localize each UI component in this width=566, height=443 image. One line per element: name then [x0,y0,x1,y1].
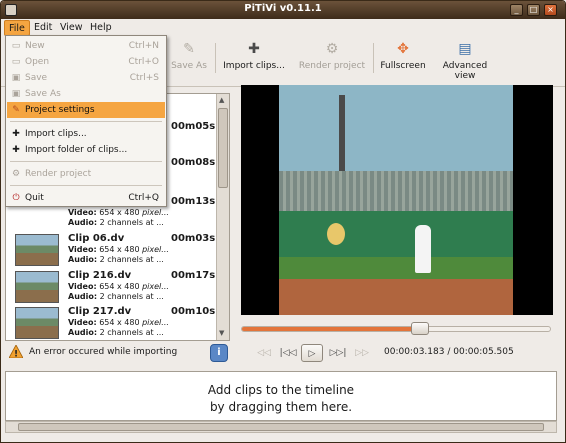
play-icon: ▷ [308,349,316,359]
menu-item-render-project[interactable]: ⚙ Render project [7,166,165,182]
app-window: PiTiVi v0.11.1 _ □ × File Edit View Help… [0,0,566,443]
fast-forward-button[interactable]: ▷▷ [351,344,373,362]
close-button[interactable]: × [544,4,557,16]
info-icon: i [217,347,221,358]
seek-progress [242,327,420,331]
video-viewer[interactable] [241,85,553,315]
play-button[interactable]: ▷ [301,344,323,362]
save-icon: ▣ [11,73,21,83]
render-icon: ⚙ [325,41,339,57]
plus-icon: ✚ [12,145,20,155]
save-as-icon: ▣ [11,89,21,99]
seek-slider[interactable] [241,322,551,335]
render-icon: ⚙ [11,169,21,179]
fast-forward-icon: ▷▷ [355,348,369,358]
plus-icon: ✚ [248,41,260,57]
menu-item-save[interactable]: ▣ Save Ctrl+S [7,70,165,86]
previous-frame-button[interactable]: |◁◁ [277,344,299,362]
import-error-bar: ! An error occured while importing i [5,343,230,363]
render-project-button[interactable]: ⚙ Render project [297,41,367,77]
save-as-icon: ✎ [183,41,195,57]
next-frame-button[interactable]: ▷▷| [327,344,349,362]
menu-item-save-as[interactable]: ▣ Save As [7,86,165,102]
open-folder-icon: ▭ [11,57,21,67]
scroll-up-icon[interactable]: ▲ [219,96,224,104]
fullscreen-icon: ✥ [397,41,409,57]
menu-help[interactable]: Help [86,20,116,36]
plus-icon: ✚ [12,129,20,139]
scrollbar-thumb[interactable] [18,423,544,431]
error-details-button[interactable]: i [210,344,228,362]
scrollbar-thumb[interactable] [218,108,228,188]
toolbar-separator [215,43,216,73]
advanced-view-button[interactable]: ▤ Advanced view [431,41,499,81]
list-item[interactable]: Clip 06.dv 00m03s Video: 654 x 480 pixel… [10,232,215,268]
menu-item-import-folder[interactable]: ✚ Import folder of clips... [7,142,165,158]
menu-item-import-clips[interactable]: ✚ Import clips... [7,126,165,142]
timeline-scrollbar[interactable] [5,421,557,433]
fullscreen-button[interactable]: ✥ Fullscreen [378,41,428,77]
settings-icon: ✎ [12,105,20,115]
file-menu-dropdown: ▭ New Ctrl+N ▭ Open Ctrl+O ▣ Save Ctrl+S ▣ … [5,35,167,207]
clip-list-scrollbar[interactable]: ▲ ▼ [216,94,229,340]
title-bar[interactable]: PiTiVi v0.11.1 _ □ × [1,1,565,19]
minimize-button[interactable]: _ [510,4,523,16]
skip-forward-icon: ▷▷| [329,348,347,358]
maximize-button[interactable]: □ [527,4,540,16]
video-frame [279,85,513,315]
menu-item-project-settings[interactable]: ✎ Project settings [7,102,165,118]
error-message: An error occured while importing [29,347,178,357]
menu-separator [10,185,162,186]
save-as-button[interactable]: ✎ Save As [169,41,209,77]
menu-separator [10,121,162,122]
menu-view[interactable]: View [56,20,87,36]
rewind-button[interactable]: ◁◁ [253,344,275,362]
advanced-view-icon: ▤ [458,41,472,57]
svg-text:!: ! [14,350,18,359]
clip-thumbnail [15,307,59,339]
rewind-icon: ◁◁ [257,348,271,358]
import-clips-button[interactable]: ✚ Import clips... [222,41,286,77]
skip-back-icon: |◁◁ [279,348,297,358]
warning-icon: ! [9,345,23,358]
seek-handle[interactable] [411,322,429,335]
list-item[interactable]: Clip 217.dv 00m10s Video: 654 x 480 pixe… [10,305,215,341]
quit-icon: ⏻ [12,193,20,203]
list-item[interactable]: Clip 216.dv 00m17s Video: 654 x 480 pixe… [10,269,215,305]
menu-separator [10,161,162,162]
window-title: PiTiVi v0.11.1 [244,3,322,14]
menu-file[interactable]: File [4,20,30,36]
toolbar-separator [373,43,374,73]
menu-item-quit[interactable]: ⏻ Quit Ctrl+Q [7,190,165,206]
menu-item-new[interactable]: ▭ New Ctrl+N [7,38,165,54]
timeline-hint: Add clips to the timeline by dragging th… [207,383,355,414]
clip-thumbnail [15,234,59,266]
menu-item-open[interactable]: ▭ Open Ctrl+O [7,54,165,70]
timeline-area[interactable]: Add clips to the timeline by dragging th… [5,371,557,421]
clip-thumbnail [15,271,59,303]
new-document-icon: ▭ [11,41,21,51]
scroll-down-icon[interactable]: ▼ [219,329,224,337]
menu-edit[interactable]: Edit [30,20,56,36]
time-readout: 00:00:03.183 / 00:00:05.505 [384,347,514,357]
